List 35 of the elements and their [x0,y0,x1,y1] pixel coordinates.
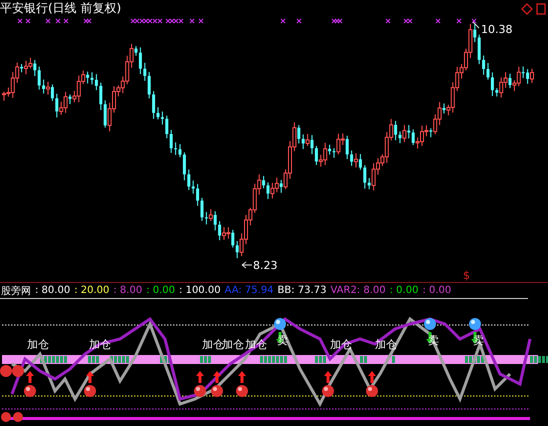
event-marker: $ [463,269,470,282]
square-icon[interactable] [536,3,546,15]
indicator-value: : 80.00 [35,285,70,296]
leader-line [472,22,480,28]
ball-stack-icon [0,365,24,422]
buy-ball-icon [211,371,223,397]
buy-ball-icon [84,371,96,397]
indicator-value: : 0.00 [390,285,418,296]
indicator-value: : 8.00 [113,285,142,296]
buy-ball-icon [236,371,248,397]
indicator-value: : 100.00 [179,285,221,296]
indicator-value: : 0.00 [146,285,176,296]
buy-ball-icon [322,371,334,397]
indicator-value: BB: 73.73 [278,285,326,296]
buy-ball-icon [24,371,36,397]
indicator-value: VAR2: 8.00 [330,285,386,296]
leader-line [242,262,252,268]
sell-label: 卖 [428,334,439,347]
indicator-value: : 0.00 [422,285,452,296]
add-position-label: 加仓 [202,338,224,351]
indicator-value: : 20.00 [74,285,110,296]
chart-title: 平安银行(日线 前复权) [0,0,122,17]
sell-label: 卖 [277,334,288,347]
low-price-label: 8.23 [253,259,278,272]
high-price-label: 10.38 [481,23,512,36]
add-position-label: 加仓 [27,338,49,351]
diamond-icon[interactable] [521,3,533,15]
add-position-label: 加仓 [222,338,244,351]
indicator-name: 股旁网 [1,284,31,298]
sell-ball-icon [274,318,286,344]
buy-ball-icon [366,371,378,397]
signal-cross-row-icon [17,18,477,24]
buy-ball-icon [194,371,206,397]
indicator-value: AA: 75.94 [224,285,274,296]
add-position-label: 加仓 [330,338,352,351]
